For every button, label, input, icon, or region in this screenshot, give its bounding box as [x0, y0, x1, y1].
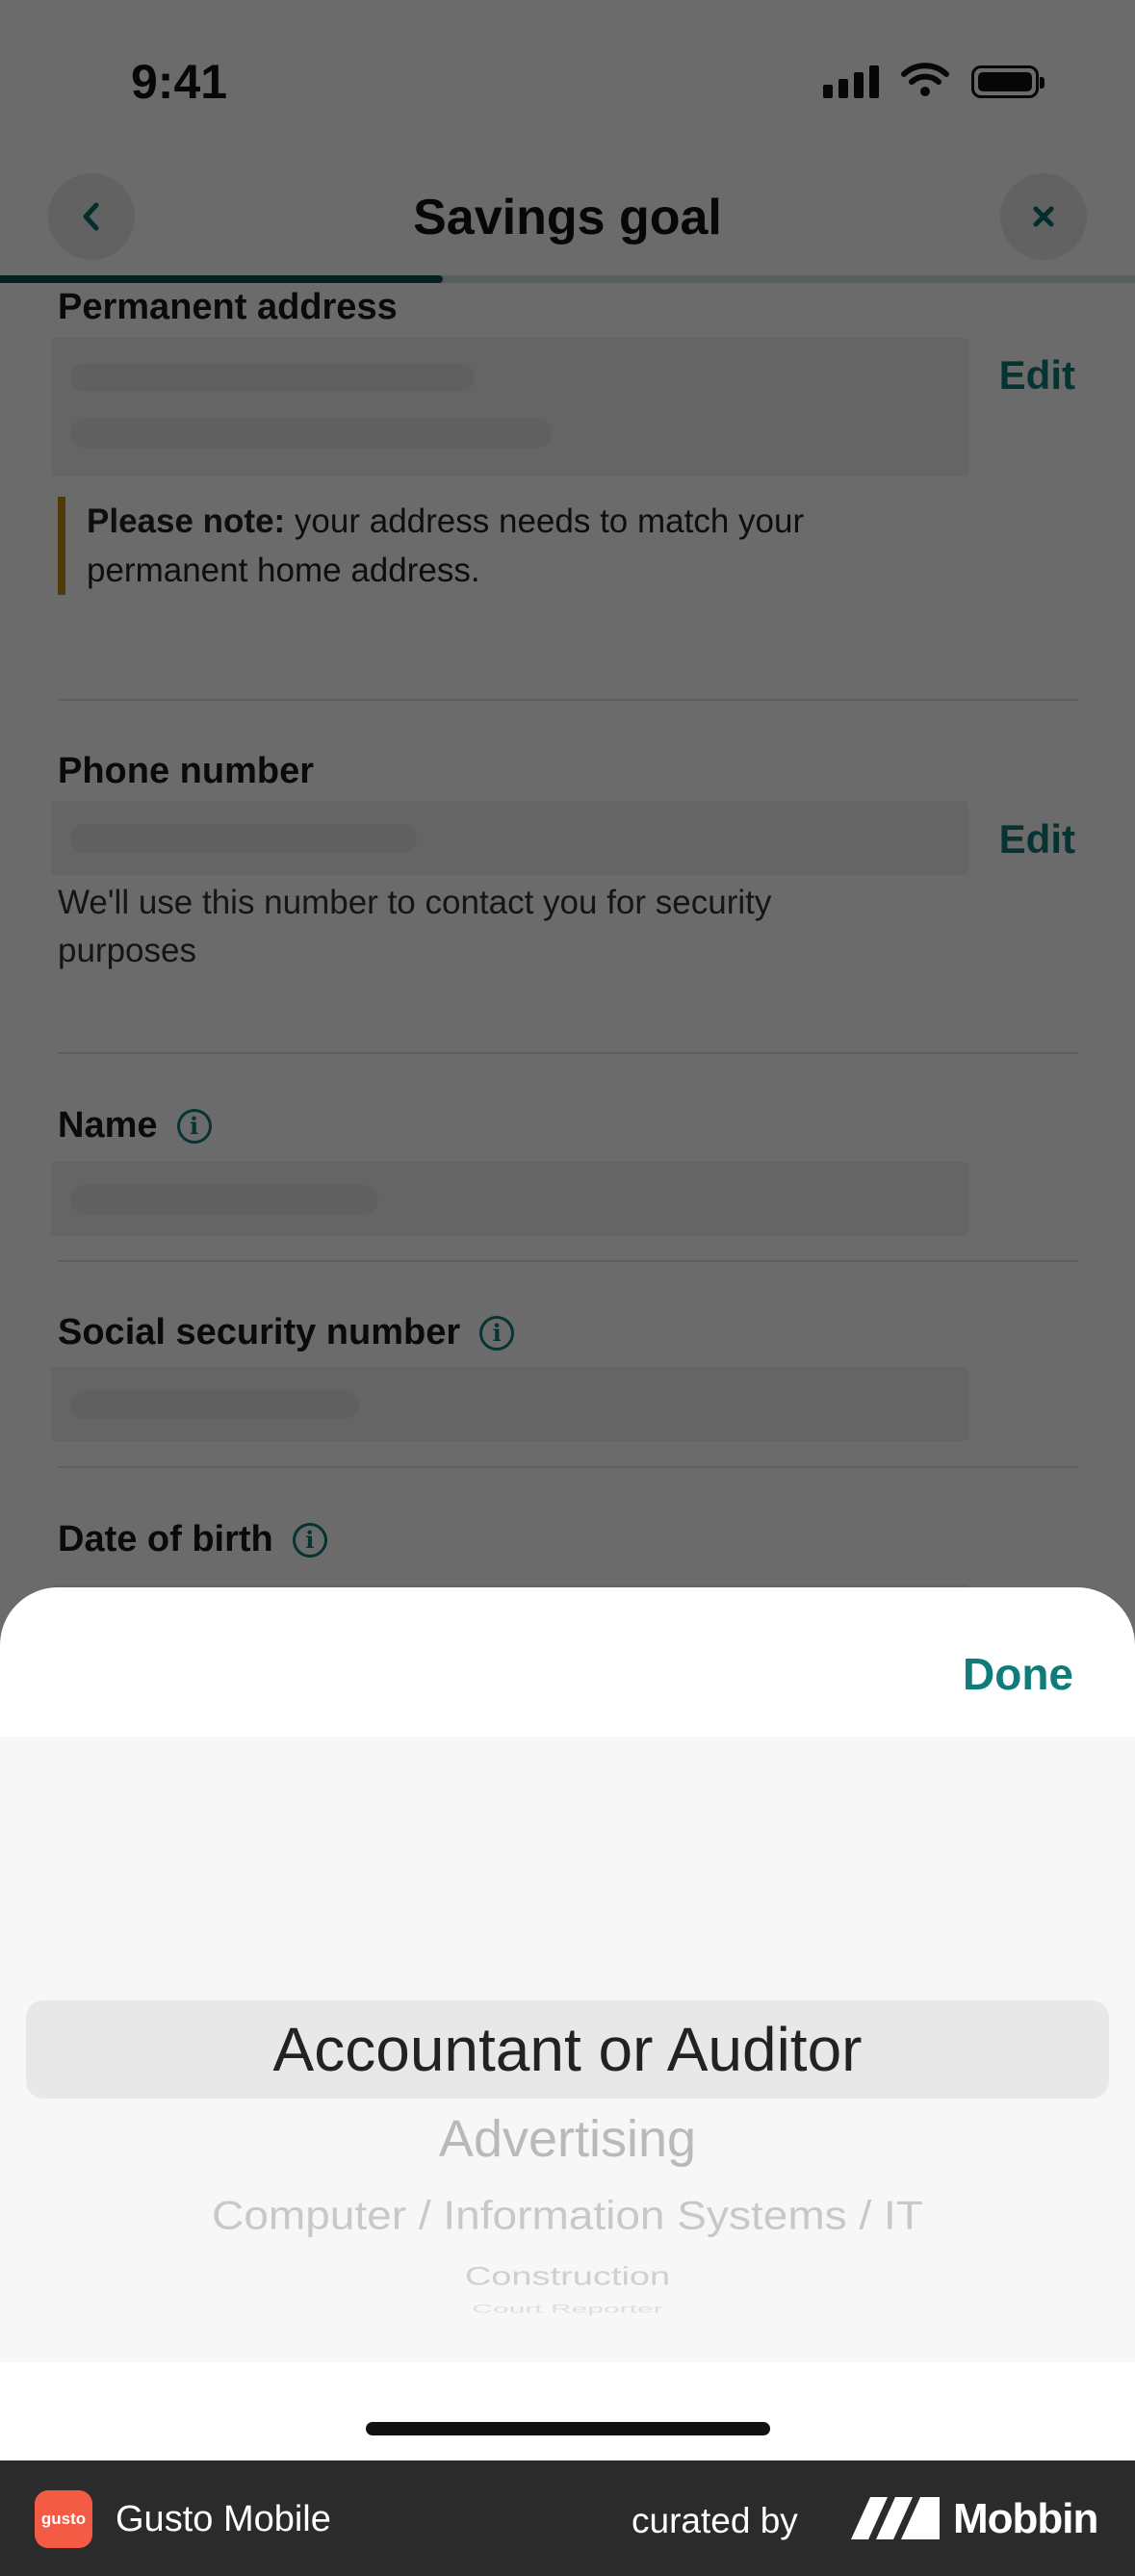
divider	[58, 1466, 1078, 1468]
dob-label-text: Date of birth	[58, 1519, 273, 1559]
phone-helper-text: We'll use this number to contact you for…	[58, 884, 772, 969]
redacted-text	[70, 363, 475, 392]
phone-number-label-text: Phone number	[58, 751, 315, 791]
status-time: 9:41	[131, 55, 228, 109]
occupation-picker[interactable]: Accountant or Auditor Advertising Comput…	[0, 1737, 1135, 2362]
progress-track	[0, 275, 1135, 283]
permanent-address-label: Permanent address	[58, 287, 398, 328]
curated-by-text: curated by	[632, 2501, 798, 2540]
status-icons	[823, 62, 1045, 98]
note-bold: Please note:	[87, 502, 286, 540]
phone-number-label: Phone number	[58, 751, 314, 792]
picker-option[interactable]: Court Reporter	[0, 2303, 1135, 2316]
home-indicator	[366, 2422, 770, 2435]
dob-label: Date of birth i	[58, 1519, 327, 1560]
picker-option[interactable]: Computer / Information Systems / IT	[0, 2192, 1135, 2239]
mobbin-brand: Mobbin	[953, 2495, 1098, 2542]
name-label: Name i	[58, 1105, 212, 1146]
picker-option[interactable]: Advertising	[0, 2109, 1135, 2169]
divider	[58, 1052, 1078, 1054]
permanent-address-field	[51, 338, 968, 477]
phone-number-field	[51, 801, 968, 875]
info-icon[interactable]: i	[479, 1315, 515, 1351]
info-icon[interactable]: i	[176, 1108, 212, 1144]
close-icon	[1033, 206, 1054, 227]
redacted-text	[70, 824, 417, 853]
picker-option[interactable]: Construction	[0, 2262, 1135, 2291]
mobbin-logo-icon	[851, 2497, 940, 2539]
name-label-text: Name	[58, 1105, 158, 1146]
edit-address-button[interactable]: Edit	[999, 352, 1075, 399]
info-icon[interactable]: i	[292, 1522, 327, 1558]
picker-option-selected[interactable]: Accountant or Auditor	[0, 2014, 1135, 2085]
gusto-logo: gusto	[35, 2490, 92, 2548]
divider	[58, 1260, 1078, 1262]
permanent-address-label-text: Permanent address	[58, 287, 398, 327]
redacted-text	[70, 419, 552, 448]
divider	[58, 699, 1078, 701]
screen: 9:41 Savings goal Permanent address Edit…	[0, 0, 1135, 2460]
ssn-label: Social security number i	[58, 1312, 515, 1353]
done-button[interactable]: Done	[963, 1648, 1073, 1700]
redacted-text	[70, 1390, 359, 1419]
edit-phone-button[interactable]: Edit	[999, 816, 1075, 863]
wifi-icon	[901, 63, 949, 96]
redacted-text	[70, 1185, 378, 1214]
name-field	[51, 1162, 968, 1236]
page-title: Savings goal	[413, 190, 722, 245]
battery-icon	[971, 65, 1045, 98]
footer-bar: gusto Gusto Mobile curated by Mobbin	[0, 2460, 1135, 2576]
close-button[interactable]	[1000, 173, 1087, 260]
ssn-label-text: Social security number	[58, 1312, 461, 1352]
cellular-signal-icon	[823, 65, 879, 98]
app-name: Gusto Mobile	[116, 2499, 331, 2539]
progress-fill	[0, 275, 443, 283]
ssn-field	[51, 1367, 968, 1441]
address-note: Please note: your address needs to match…	[58, 497, 934, 595]
